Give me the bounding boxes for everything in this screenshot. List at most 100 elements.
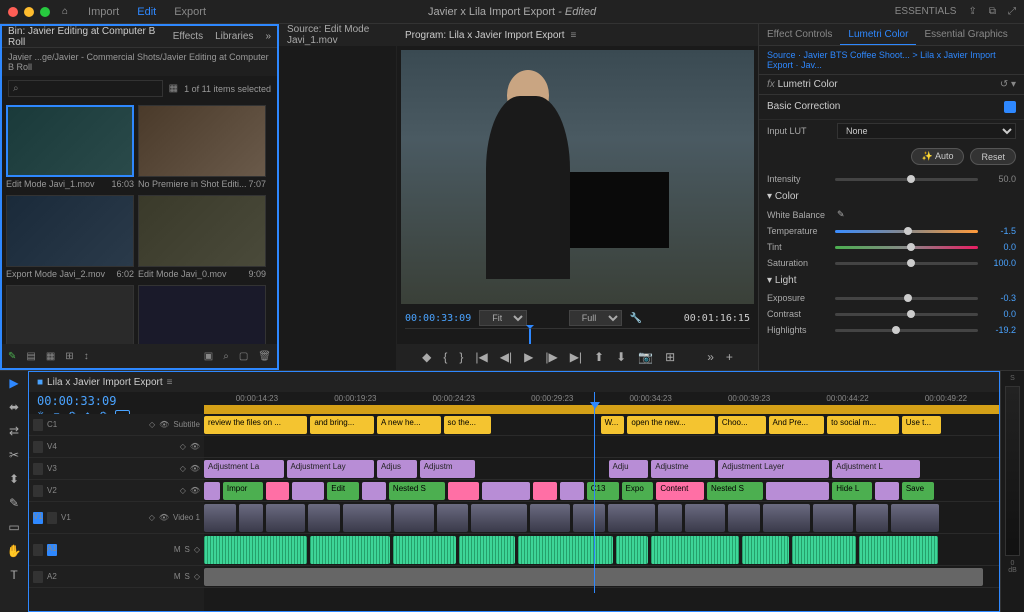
automate-icon[interactable]: ▣ (204, 351, 213, 362)
video-clip[interactable] (658, 504, 682, 532)
auto-button[interactable]: ✨ Auto (911, 148, 965, 165)
video-clip[interactable] (560, 482, 584, 500)
video-clip[interactable] (362, 482, 386, 500)
track-header-v3[interactable]: V3◇👁 (29, 458, 204, 480)
audio-clip[interactable] (651, 536, 738, 564)
video-clip[interactable] (448, 482, 480, 500)
track-header-a2[interactable]: A2MS◇ (29, 566, 204, 588)
sequence-name[interactable]: Lila x Javier Import Export (47, 377, 163, 388)
go-to-out-icon[interactable]: ▶| (570, 350, 582, 364)
step-back-icon[interactable]: ◀| (500, 350, 512, 364)
track-v1[interactable] (204, 502, 999, 534)
workspace-selector[interactable]: ESSENTIALS (895, 6, 957, 17)
program-header[interactable]: Program: Lila x Javier Import Export (405, 30, 565, 41)
video-clip[interactable]: Nested S (389, 482, 445, 500)
quick-export-icon[interactable]: ⇪ (968, 6, 976, 17)
contrast-slider[interactable] (835, 313, 978, 316)
add-button-icon[interactable]: + (726, 350, 733, 364)
subtitle-clip[interactable]: Choo... (718, 416, 766, 434)
track-a1[interactable] (204, 534, 999, 566)
video-clip[interactable]: Expo (622, 482, 654, 500)
eyedropper-icon[interactable]: ✎ (837, 209, 845, 220)
saturation-value[interactable]: 100.0 (984, 258, 1016, 268)
thumb-item[interactable]: No Premiere in Shot Editi...7:07 (138, 105, 266, 191)
video-clip[interactable]: Content (656, 482, 704, 500)
track-header-v1[interactable]: V1V1◇👁Video 1 (29, 502, 204, 534)
thumb-item[interactable]: Edit Mode Javi_0.mov9:09 (138, 195, 266, 281)
type-tool-icon[interactable]: T (6, 567, 22, 583)
video-clip[interactable]: Save (902, 482, 934, 500)
subtitle-clip[interactable]: review the files on ... (204, 416, 307, 434)
adjustment-clip[interactable]: Adjustment L (832, 460, 919, 478)
audio-clip[interactable] (616, 536, 648, 564)
new-bin-icon[interactable]: ▦ (169, 83, 178, 94)
project-tab-libraries[interactable]: Libraries (209, 31, 259, 42)
temperature-slider[interactable] (835, 230, 978, 233)
video-clip[interactable] (685, 504, 725, 532)
audio-clip[interactable] (310, 536, 390, 564)
video-clip[interactable] (204, 482, 220, 500)
mark-in-icon[interactable]: { (443, 350, 447, 364)
contrast-value[interactable]: 0.0 (984, 309, 1016, 319)
step-forward-icon[interactable]: |▶ (545, 350, 557, 364)
program-timecode[interactable]: 00:00:33:09 (405, 313, 471, 324)
track-header-a1[interactable]: A1MS◇ (29, 534, 204, 566)
sort-icon[interactable]: ↕ (84, 351, 89, 362)
track-v3[interactable]: Adjustment La Adjustment Lay Adjus Adjus… (204, 458, 999, 480)
comparison-icon[interactable]: ⊞ (665, 350, 675, 364)
video-clip[interactable] (308, 504, 340, 532)
video-clip[interactable] (471, 504, 527, 532)
go-to-in-icon[interactable]: |◀ (475, 350, 487, 364)
ripple-edit-tool-icon[interactable]: ⇄ (6, 423, 22, 439)
search-input[interactable] (8, 80, 163, 97)
video-clip[interactable] (813, 504, 853, 532)
export-frame-icon[interactable]: 📷 (638, 350, 653, 364)
track-v2[interactable]: Impor Edit Nested S C13 Expo Content Nes… (204, 480, 999, 502)
lift-icon[interactable]: ⬆ (594, 350, 604, 364)
adjustment-clip[interactable]: Adjus (377, 460, 417, 478)
track-c1[interactable]: review the files on ... and bring... A n… (204, 414, 999, 436)
play-icon[interactable]: ▶ (524, 350, 533, 364)
tab-essential-graphics[interactable]: Essential Graphics (916, 24, 1015, 45)
timeline-ruler[interactable]: 00:00:14:23 00:00:19:23 00:00:24:23 00:0… (204, 392, 999, 414)
exposure-slider[interactable] (835, 297, 978, 300)
video-clip[interactable] (437, 504, 469, 532)
section-light[interactable]: ▾ Light (759, 271, 1024, 290)
audio-clip[interactable] (393, 536, 457, 564)
freeform-view-icon[interactable]: ⊞ (65, 351, 73, 362)
find-icon[interactable]: ⌕ (223, 351, 229, 362)
track-a2[interactable] (204, 566, 999, 588)
slip-tool-icon[interactable]: ⬍ (6, 471, 22, 487)
razor-tool-icon[interactable]: ✂ (6, 447, 22, 463)
adjustment-clip[interactable]: Adjustment Layer (718, 460, 829, 478)
section-basic-correction[interactable]: Basic Correction (767, 101, 840, 113)
tint-value[interactable]: 0.0 (984, 242, 1016, 252)
subtitle-clip[interactable]: to social m... (827, 416, 899, 434)
rectangle-tool-icon[interactable]: ▭ (6, 519, 22, 535)
program-monitor[interactable] (401, 50, 754, 304)
thumb-item[interactable] (6, 285, 134, 344)
tab-import[interactable]: Import (88, 6, 119, 18)
saturation-slider[interactable] (835, 262, 978, 265)
list-view-icon[interactable]: ▤ (26, 351, 35, 362)
extract-icon[interactable]: ⬇ (616, 350, 626, 364)
new-item-icon[interactable]: ▢ (239, 351, 248, 362)
tab-lumetri-color[interactable]: Lumetri Color (840, 24, 916, 45)
input-lut-selector[interactable]: None (837, 123, 1016, 139)
video-clip[interactable] (875, 482, 899, 500)
write-pen-icon[interactable]: ✎ (8, 351, 16, 362)
audio-clip[interactable] (459, 536, 515, 564)
subtitle-clip[interactable]: A new he... (377, 416, 441, 434)
track-select-tool-icon[interactable]: ⬌ (6, 399, 22, 415)
home-icon[interactable]: ⌂ (62, 6, 68, 17)
adjustment-clip[interactable]: Adjustm (420, 460, 476, 478)
video-clip[interactable] (204, 504, 236, 532)
subtitle-clip[interactable]: W... (601, 416, 625, 434)
panel-menu-icon[interactable]: » (259, 31, 277, 42)
video-clip[interactable]: Nested S (707, 482, 763, 500)
video-clip[interactable] (608, 504, 656, 532)
close-window-icon[interactable] (8, 7, 18, 17)
section-color[interactable]: ▾ Color (759, 187, 1024, 206)
tab-edit[interactable]: Edit (137, 6, 156, 18)
project-tab-bin[interactable]: Bin: Javier Editing at Computer B Roll (2, 26, 167, 48)
